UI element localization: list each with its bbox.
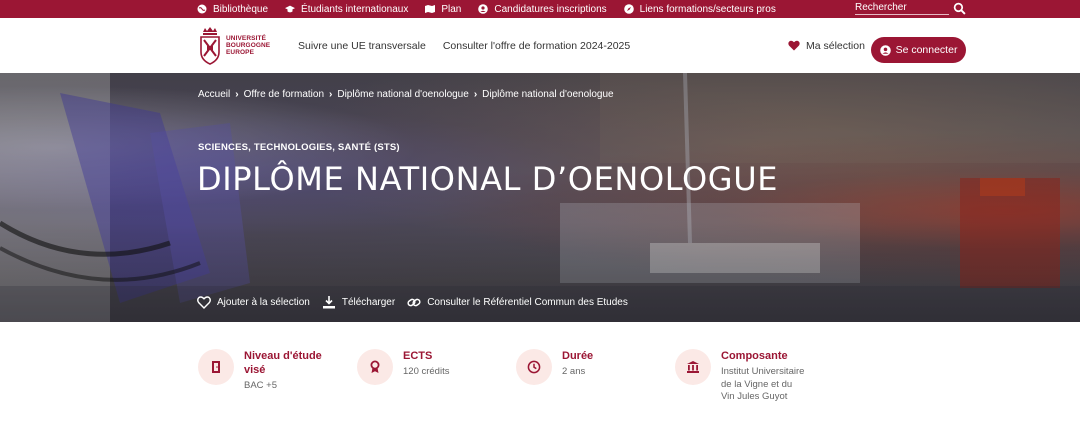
add-to-selection-button[interactable]: Ajouter à la sélection xyxy=(197,296,310,309)
utility-link-label: Plan xyxy=(441,3,462,15)
icon-circle xyxy=(198,349,234,385)
nav-item-offre-formation[interactable]: Consulter l'offre de formation 2024-2025 xyxy=(443,40,630,52)
info-value: BAC +5 xyxy=(244,380,278,391)
main-nav: Suivre une UE transversale Consulter l'o… xyxy=(298,18,647,73)
info-value: 120 crédits xyxy=(403,366,450,377)
info-value-line: Vin Jules Guyot xyxy=(721,391,788,402)
nav-item-ue-transversale[interactable]: Suivre une UE transversale xyxy=(298,40,426,52)
info-text: Composante Institut Universitaire de la … xyxy=(721,349,804,404)
download-icon xyxy=(322,296,335,309)
referentiel-label: Consulter le Référentiel Commun des Etud… xyxy=(427,297,628,308)
info-value: 2 ans xyxy=(562,366,586,377)
login-button[interactable]: Se connecter xyxy=(871,37,966,63)
breadcrumb-item[interactable]: Accueil xyxy=(198,89,230,100)
info-value-line: de la Vigne et du xyxy=(721,378,793,390)
info-text: Niveau d'étude visé BAC +5 xyxy=(244,349,322,393)
info-label: Durée xyxy=(562,350,594,362)
info-duree: Durée 2 ans xyxy=(516,349,593,385)
crest-icon xyxy=(200,26,220,65)
heart-icon xyxy=(788,40,800,51)
chevron-right-icon: › xyxy=(473,89,478,100)
compass-icon xyxy=(623,4,634,14)
utility-link-plan[interactable]: Plan xyxy=(425,4,461,15)
utility-link-label: Étudiants internationaux xyxy=(301,3,409,15)
my-selection-label: Ma sélection xyxy=(806,39,865,52)
info-niveau: Niveau d'étude visé BAC +5 xyxy=(198,349,322,393)
logo-line: EUROPE xyxy=(226,49,255,56)
search-input[interactable] xyxy=(855,1,949,15)
logo-line: UNIVERSITÉ xyxy=(226,35,267,42)
logo-text: UNIVERSITÉ BOURGOGNE EUROPE xyxy=(226,35,270,56)
award-icon xyxy=(370,360,380,373)
utility-link-etudiants-internationaux[interactable]: Étudiants internationaux xyxy=(285,4,408,15)
utility-link-liens-formations[interactable]: Liens formations/secteurs pros xyxy=(623,3,776,15)
icon-circle xyxy=(516,349,552,385)
link-icon xyxy=(407,298,421,307)
icon-circle xyxy=(357,349,393,385)
utility-link-candidatures[interactable]: Candidatures inscriptions xyxy=(478,3,607,15)
breadcrumb-item[interactable]: Diplôme national d'oenologue xyxy=(337,89,468,100)
top-utility-bar: Bibliothèque Étudiants internationaux Pl… xyxy=(0,0,1080,18)
utility-link-label: Bibliothèque xyxy=(213,3,269,15)
chevron-right-icon: › xyxy=(235,89,239,100)
hero-actions: Ajouter à la sélection Télécharger Consu… xyxy=(197,296,640,309)
info-text: ECTS 120 crédits xyxy=(403,349,449,385)
info-label-line: Niveau d'étude xyxy=(244,350,322,362)
info-composante: Composante Institut Universitaire de la … xyxy=(675,349,804,404)
login-label: Se connecter xyxy=(895,44,958,56)
add-to-selection-label: Ajouter à la sélection xyxy=(217,297,310,308)
hero-banner: Accueil › Offre de formation › Diplôme n… xyxy=(0,73,1080,322)
breadcrumb-item[interactable]: Offre de formation xyxy=(244,89,324,100)
info-ects: ECTS 120 crédits xyxy=(357,349,449,385)
utility-link-bibliotheque[interactable]: Bibliothèque xyxy=(197,4,268,15)
graduation-cap-icon xyxy=(285,5,296,13)
info-label: ECTS xyxy=(403,350,433,362)
program-category: SCIENCES, TECHNOLOGIES, SANTÉ (STS) xyxy=(198,142,400,153)
logo-line: BOURGOGNE xyxy=(226,42,271,49)
referentiel-link[interactable]: Consulter le Référentiel Commun des Etud… xyxy=(407,296,628,309)
main-header: UNIVERSITÉ BOURGOGNE EUROPE Suivre une U… xyxy=(0,18,1080,73)
utility-links: Bibliothèque Étudiants internationaux Pl… xyxy=(197,0,793,18)
user-circle-icon xyxy=(879,44,891,56)
search-area xyxy=(855,0,967,18)
map-icon xyxy=(425,5,436,13)
info-label-line: visé xyxy=(244,364,266,376)
chevron-right-icon: › xyxy=(329,89,333,100)
breadcrumb: Accueil › Offre de formation › Diplôme n… xyxy=(198,89,614,100)
user-circle-icon xyxy=(478,4,489,14)
info-label: Composante xyxy=(721,350,788,362)
breadcrumb-current: Diplôme national d'oenologue xyxy=(482,89,614,100)
info-value-line: Institut Universitaire xyxy=(721,366,805,377)
search-icon[interactable] xyxy=(953,2,966,15)
utility-link-label: Candidatures inscriptions xyxy=(494,3,607,15)
globe-icon xyxy=(197,4,207,14)
program-key-info: Niveau d'étude visé BAC +5 ECTS 120 créd… xyxy=(0,322,1080,422)
university-logo[interactable]: UNIVERSITÉ BOURGOGNE EUROPE xyxy=(198,24,273,67)
info-text: Durée 2 ans xyxy=(562,349,593,385)
download-label: Télécharger xyxy=(341,297,396,308)
icon-circle xyxy=(675,349,711,385)
info-value: Institut Universitaire de la Vigne et du… xyxy=(721,366,804,404)
page-title: DIPLÔME NATIONAL D’OENOLOGUE xyxy=(197,160,779,198)
utility-link-label: Liens formations/secteurs pros xyxy=(639,3,776,15)
info-label: Niveau d'étude visé xyxy=(244,349,322,377)
door-icon xyxy=(212,361,220,373)
download-button[interactable]: Télécharger xyxy=(322,296,395,309)
my-selection-link[interactable]: Ma sélection xyxy=(788,18,865,73)
heart-outline-icon xyxy=(197,296,211,309)
clock-icon xyxy=(527,360,541,374)
institution-icon xyxy=(687,361,699,373)
